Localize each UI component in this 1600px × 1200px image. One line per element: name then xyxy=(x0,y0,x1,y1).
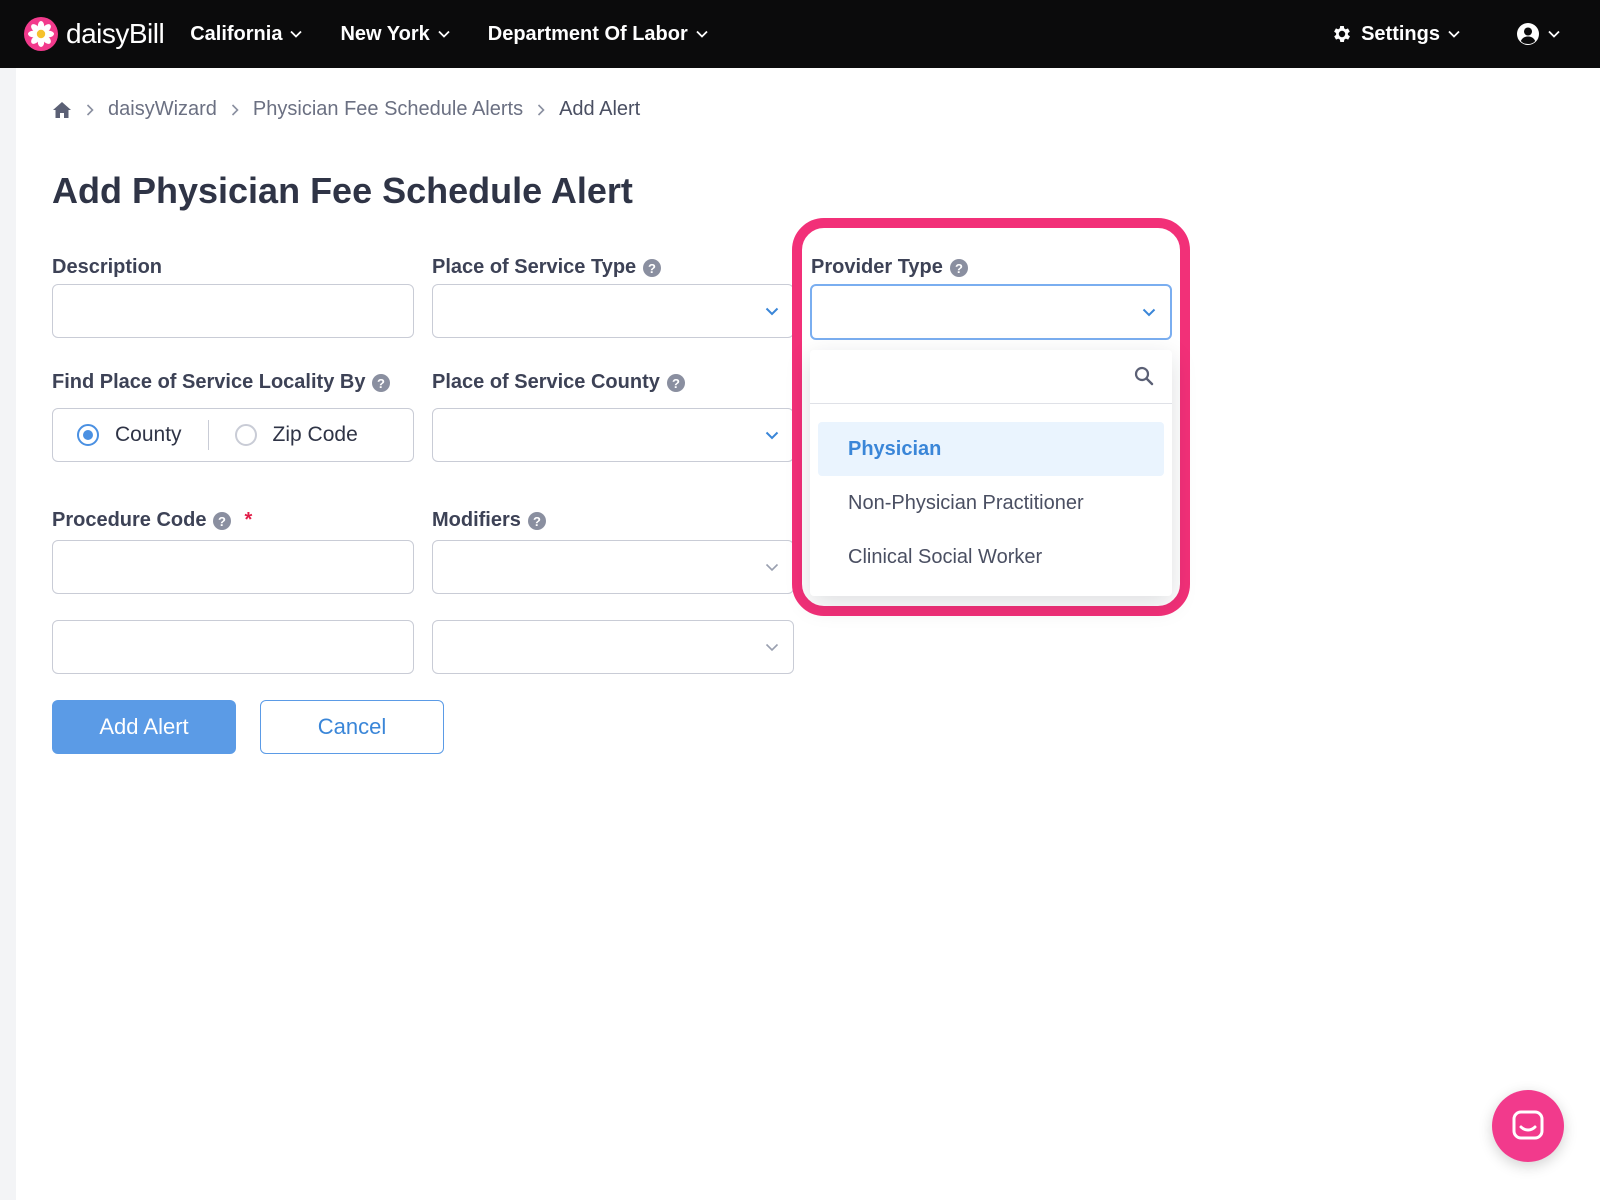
chat-icon xyxy=(1512,1110,1544,1140)
breadcrumb-fee-schedule-alerts[interactable]: Physician Fee Schedule Alerts xyxy=(253,98,523,121)
radio-zip-code[interactable]: Zip Code xyxy=(234,423,358,447)
required-marker: * xyxy=(244,509,253,531)
home-icon[interactable] xyxy=(52,101,72,119)
svg-text:?: ? xyxy=(672,376,680,391)
top-navigation-bar: daisyBill California New York Department… xyxy=(0,0,1600,68)
gear-icon xyxy=(1334,26,1351,42)
pos-type-label: Place of Service Type ? xyxy=(432,256,662,279)
user-menu[interactable] xyxy=(1516,22,1560,46)
option-clinical-social-worker[interactable]: Clinical Social Worker xyxy=(818,530,1164,584)
search-icon xyxy=(1134,366,1154,386)
radio-county-label: County xyxy=(115,423,182,446)
pos-county-select[interactable] xyxy=(432,408,794,462)
procedure-code-input-2[interactable] xyxy=(52,620,414,674)
procedure-code-label-text: Procedure Code xyxy=(52,509,207,531)
nav-new-york[interactable]: New York xyxy=(340,22,450,46)
procedure-code-label: Procedure Code ? * xyxy=(52,509,252,532)
procedure-code-input[interactable] xyxy=(52,540,414,594)
provider-type-dropdown: Physician Non-Physician Practitioner Cli… xyxy=(810,350,1172,596)
pos-type-select[interactable] xyxy=(432,284,794,338)
chevron-down-icon xyxy=(765,307,779,316)
help-icon[interactable]: ? xyxy=(212,511,232,531)
user-avatar-icon xyxy=(1517,23,1539,45)
settings-label: Settings xyxy=(1361,22,1440,45)
logo[interactable]: daisyBill xyxy=(24,17,165,51)
modifiers-select-2[interactable] xyxy=(432,620,794,674)
chevron-right-icon xyxy=(538,103,545,116)
chevron-down-icon xyxy=(290,30,303,38)
dropdown-search-input[interactable] xyxy=(810,350,1172,403)
settings-menu[interactable]: Settings xyxy=(1331,23,1460,46)
radio-unselected-icon xyxy=(234,424,257,446)
modifiers-label: Modifiers ? xyxy=(432,509,547,532)
locality-label-text: Find Place of Service Locality By xyxy=(52,371,366,393)
nav-department-of-labor[interactable]: Department Of Labor xyxy=(488,23,708,46)
help-icon[interactable]: ? xyxy=(371,373,391,393)
chevron-right-icon xyxy=(86,103,94,116)
help-icon[interactable]: ? xyxy=(666,373,686,393)
logo-text: daisyBill xyxy=(66,18,165,49)
chevron-down-icon xyxy=(765,431,779,440)
breadcrumb-daisywizard[interactable]: daisyWizard xyxy=(108,98,217,121)
modifiers-select[interactable] xyxy=(432,540,794,594)
option-non-physician-practitioner[interactable]: Non-Physician Practitioner xyxy=(818,476,1164,530)
chevron-down-icon xyxy=(696,30,708,38)
provider-type-label-text: Provider Type xyxy=(811,256,943,278)
chevron-down-icon xyxy=(765,643,779,652)
chat-launcher-button[interactable] xyxy=(1492,1090,1564,1162)
svg-text:?: ? xyxy=(219,514,227,529)
description-input[interactable] xyxy=(52,284,414,338)
dropdown-search xyxy=(810,350,1172,404)
svg-text:?: ? xyxy=(533,514,541,529)
modifiers-label-text: Modifiers xyxy=(432,509,521,531)
breadcrumb-current: Add Alert xyxy=(559,98,641,120)
nav-right: Settings xyxy=(1331,22,1576,46)
dropdown-options: Physician Non-Physician Practitioner Cli… xyxy=(810,404,1172,584)
cancel-button[interactable]: Cancel xyxy=(260,700,444,754)
provider-type-select[interactable] xyxy=(810,284,1172,340)
chevron-right-icon xyxy=(231,103,239,116)
radio-divider xyxy=(207,420,209,450)
pos-county-label-text: Place of Service County xyxy=(432,371,660,393)
help-icon[interactable]: ? xyxy=(642,258,662,278)
nav-california[interactable]: California xyxy=(190,22,303,46)
provider-type-label: Provider Type ? xyxy=(811,256,969,279)
pos-county-label: Place of Service County ? xyxy=(432,371,686,394)
chevron-down-icon xyxy=(1548,30,1560,38)
svg-text:?: ? xyxy=(377,376,385,391)
locality-radio-group: County Zip Code xyxy=(52,408,414,462)
description-label-text: Description xyxy=(52,256,163,278)
nav-label: Department Of Labor xyxy=(487,22,688,45)
chevron-down-icon xyxy=(1142,308,1156,317)
breadcrumb: daisyWizard Physician Fee Schedule Alert… xyxy=(52,98,640,121)
main-content: daisyWizard Physician Fee Schedule Alert… xyxy=(16,68,1600,1200)
pos-type-label-text: Place of Service Type xyxy=(432,256,637,278)
description-label: Description xyxy=(52,256,162,279)
help-icon[interactable]: ? xyxy=(527,511,547,531)
chevron-down-icon xyxy=(765,563,779,572)
nav-label: California xyxy=(190,22,283,45)
svg-text:?: ? xyxy=(648,261,656,276)
help-icon[interactable]: ? xyxy=(949,258,969,278)
chevron-down-icon xyxy=(1448,30,1460,38)
chevron-down-icon xyxy=(438,30,450,38)
nav-label: New York xyxy=(340,22,430,45)
option-physician[interactable]: Physician xyxy=(818,422,1164,476)
svg-text:?: ? xyxy=(955,261,963,276)
page-title: Add Physician Fee Schedule Alert xyxy=(52,170,633,211)
radio-zip-label: Zip Code xyxy=(272,423,358,446)
radio-county[interactable]: County xyxy=(77,423,182,447)
add-alert-button[interactable]: Add Alert xyxy=(52,700,236,754)
locality-label: Find Place of Service Locality By ? xyxy=(52,371,391,394)
daisy-logo-icon xyxy=(24,17,58,51)
radio-selected-icon xyxy=(77,424,99,446)
